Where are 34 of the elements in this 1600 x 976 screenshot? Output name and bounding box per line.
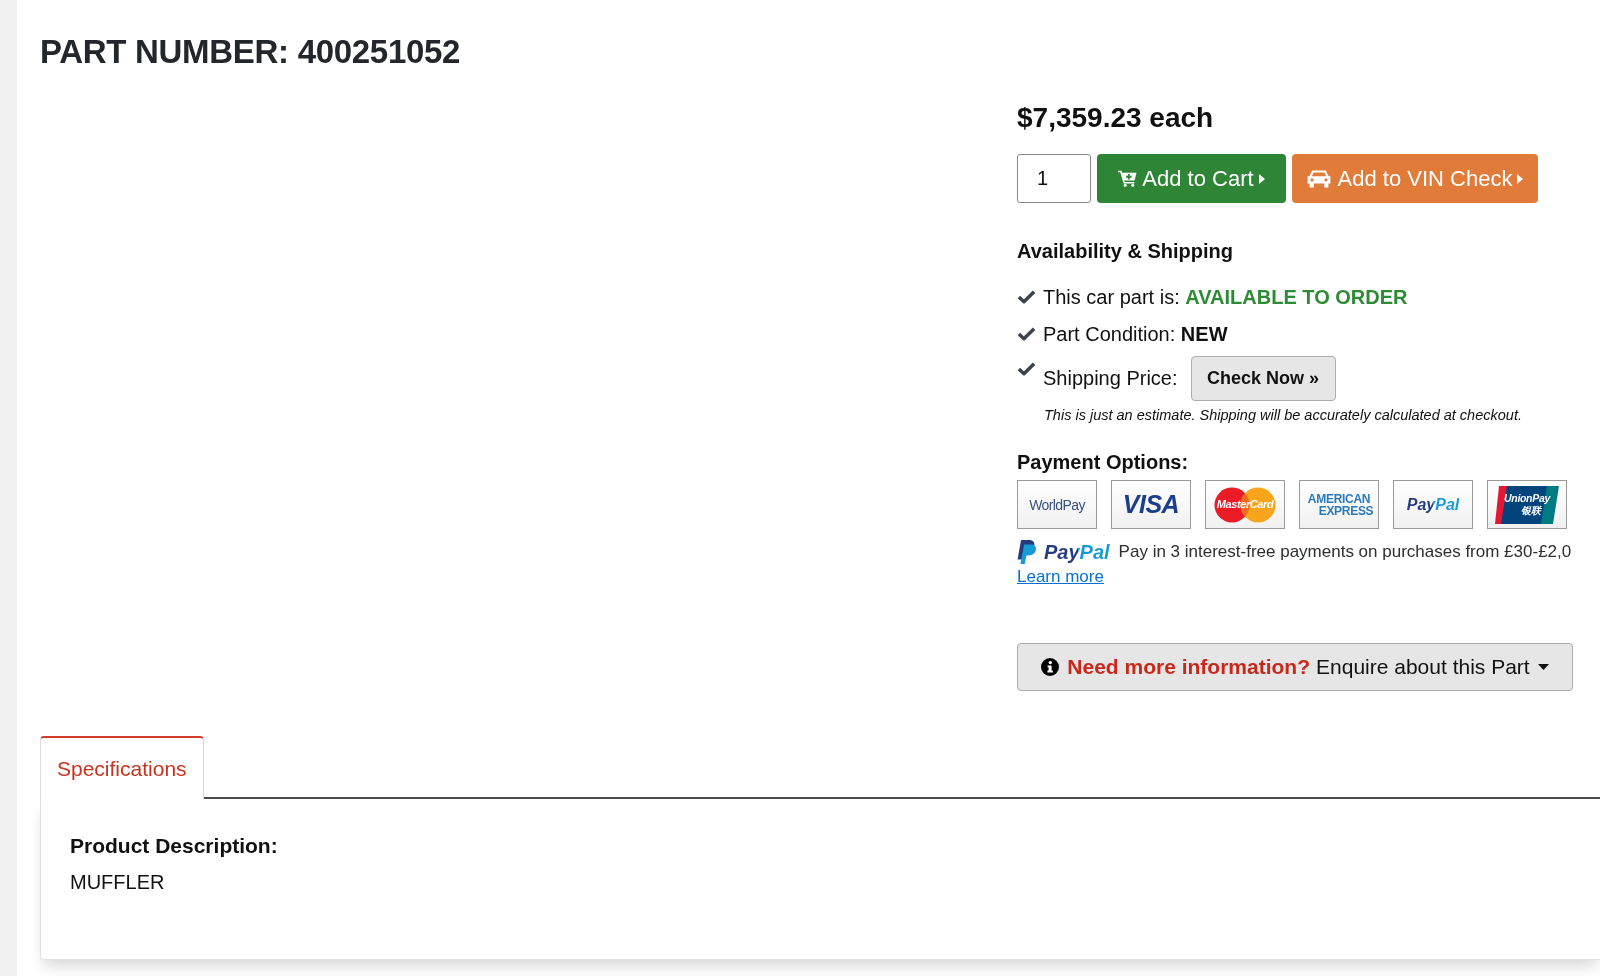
cart-icon [1118, 170, 1138, 187]
shipping-estimate-note: This is just an estimate. Shipping will be accurately calculated at checkout. [1043, 406, 1522, 425]
description-heading: Product Description: [70, 833, 278, 859]
p-logo-icon [1017, 540, 1037, 564]
payment-logo: AMERICAN EXPRESS [1299, 480, 1379, 529]
part-condition-text: Part Condition: NEW [1043, 322, 1228, 346]
info-icon [1041, 658, 1060, 676]
learn-more-link[interactable]: Learn more [1017, 566, 1104, 588]
caret-down-icon [1537, 664, 1549, 670]
part-number-title: PART NUMBER: 400251052 [40, 32, 461, 72]
payment-options-heading: Payment Options: [1017, 450, 1189, 475]
payment-logo: MasterCard [1205, 480, 1285, 529]
car-icon [1306, 169, 1331, 188]
payment-logo: PayPal [1393, 480, 1473, 529]
check-icon [1017, 362, 1036, 376]
enquire-button[interactable]: Need more information? Enquire about this Part [1017, 643, 1573, 691]
quantity-field[interactable]: 1 [1017, 154, 1091, 203]
add-to-vin-check-button[interactable]: Add to VIN Check [1292, 154, 1538, 203]
check-now-button[interactable]: Check Now » [1190, 356, 1336, 401]
description-text: MUFFLER [70, 870, 165, 895]
shipping-price-label: Shipping Price: [1043, 367, 1178, 390]
payment-logo: UnionPay 银联 [1487, 480, 1567, 529]
caret-right-icon [1517, 173, 1524, 184]
availability-heading: Availability & Shipping [1017, 239, 1233, 264]
installment-offer-text: Pay in 3 interest-free payments on purchases from £30-£2,0 [1118, 542, 1572, 562]
check-icon [1017, 290, 1036, 304]
add-to-cart-button[interactable]: Add to Cart [1097, 154, 1286, 203]
check-icon [1017, 327, 1036, 341]
tab[interactable]: Specifications [40, 736, 204, 799]
payment-logo: VISA [1111, 480, 1191, 529]
price-text: $7,359.23 each [1017, 101, 1214, 135]
caret-right-icon [1258, 173, 1265, 184]
payment-logo: WorldPay [1017, 480, 1097, 529]
availability-status-text: This car part is: AVAILABLE TO ORDER [1043, 285, 1408, 309]
